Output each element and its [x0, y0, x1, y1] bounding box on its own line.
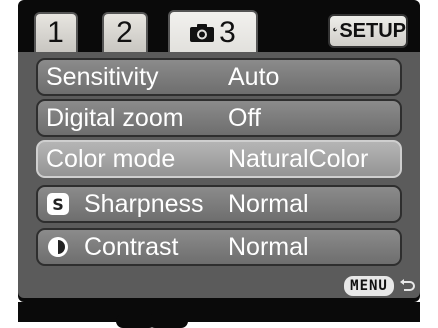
menu-item-sensitivity[interactable]: Sensitivity Auto	[36, 58, 402, 96]
menu-item-label: Contrast	[84, 232, 179, 261]
tab-3[interactable]: 3	[168, 10, 258, 54]
tab-3-label: 3	[219, 16, 237, 49]
tab-2[interactable]: 2	[102, 12, 148, 52]
svg-text:S: S	[52, 195, 64, 214]
camera-icon	[190, 24, 215, 42]
setup-label: SETUP	[339, 19, 406, 42]
menu-item-label-wrap: Contrast	[46, 233, 178, 262]
menu-item-value: NaturalColor	[228, 144, 369, 173]
decorative-shape	[148, 314, 188, 328]
menu-item-label: Digital zoom	[46, 103, 184, 132]
menu-item-color-mode[interactable]: Color mode NaturalColor	[36, 140, 402, 178]
menu-button-label: MENU	[350, 278, 388, 294]
wrench-icon	[330, 27, 337, 34]
menu-item-value: Auto	[228, 62, 280, 91]
tab-2-label: 2	[116, 16, 134, 49]
menu-item-label: Sensitivity	[46, 62, 159, 91]
menu-item-label: Sharpness	[84, 189, 204, 218]
menu-item-label: Color mode	[46, 144, 176, 173]
return-icon	[400, 279, 415, 291]
menu-item-sharpness[interactable]: S Sharpness Normal	[36, 185, 402, 223]
lcd-bottom-edge	[18, 302, 420, 328]
sharpness-icon: S	[47, 193, 69, 215]
menu-item-value: Off	[228, 103, 261, 132]
menu-item-value: Normal	[228, 232, 309, 261]
menu-item-label-wrap: S Sharpness	[46, 190, 204, 219]
camera-menu-screen: 1 2 3 SETUP Sensitivity Auto Digital zoo…	[18, 0, 420, 302]
menu-item-contrast[interactable]: Contrast Normal	[36, 228, 402, 266]
tab-1-label: 1	[47, 16, 65, 49]
contrast-icon	[48, 237, 68, 257]
menu-button[interactable]: MENU	[344, 276, 394, 296]
menu-item-digital-zoom[interactable]: Digital zoom Off	[36, 99, 402, 137]
setup-button[interactable]: SETUP	[328, 14, 408, 48]
menu-item-value: Normal	[228, 189, 309, 218]
tab-1[interactable]: 1	[34, 12, 78, 52]
